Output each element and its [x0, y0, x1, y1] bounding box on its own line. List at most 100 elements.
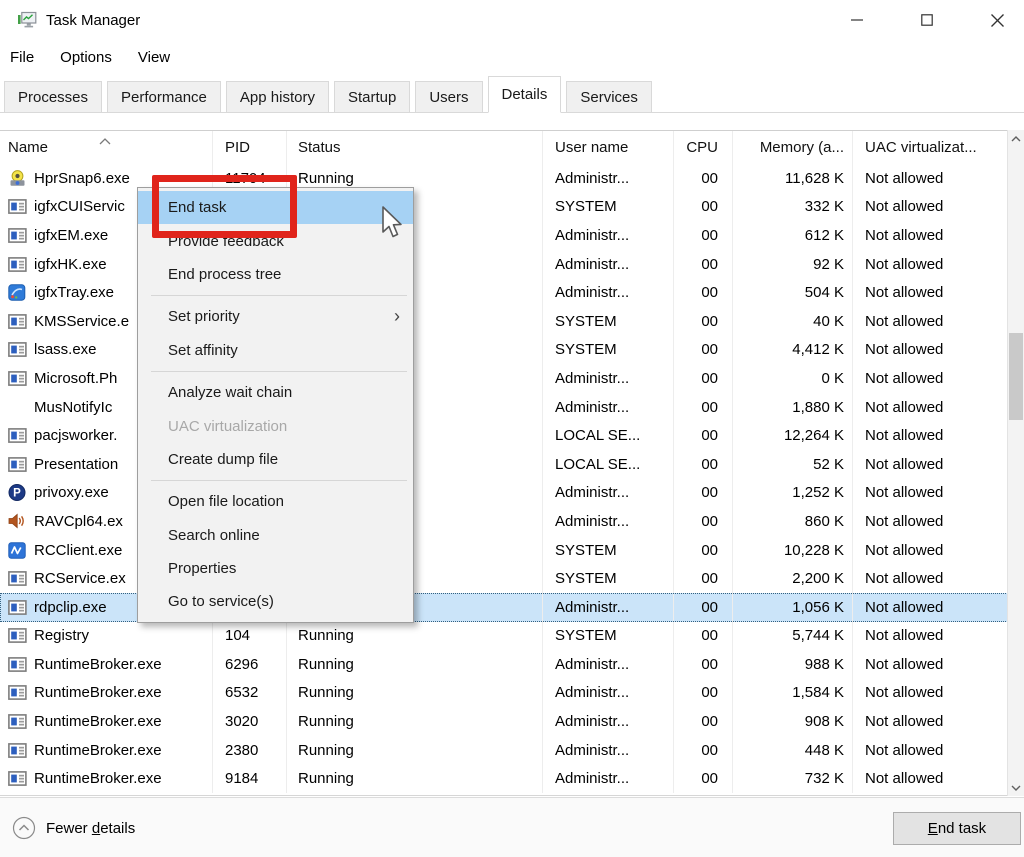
- menu-item-go-to-service-s[interactable]: Go to service(s): [138, 585, 413, 618]
- table-row[interactable]: RuntimeBroker.exe 9184 Running Administr…: [0, 764, 1008, 793]
- maximize-button[interactable]: [904, 0, 950, 40]
- process-uac: Not allowed: [853, 307, 1008, 336]
- process-uac: Not allowed: [853, 564, 1008, 593]
- process-memory: 504 K: [733, 278, 853, 307]
- menu-item-open-file-location[interactable]: Open file location: [138, 485, 413, 518]
- process-memory: 92 K: [733, 250, 853, 279]
- process-user: Administr...: [543, 679, 674, 708]
- submenu-arrow-icon: ›: [394, 300, 400, 333]
- scroll-down-icon[interactable]: [1008, 779, 1024, 796]
- scrollbar-thumb[interactable]: [1009, 333, 1023, 420]
- process-cpu: 00: [674, 536, 733, 565]
- column-header-pid[interactable]: PID: [213, 131, 287, 164]
- process-user: Administr...: [543, 507, 674, 536]
- app-window-icon: [8, 428, 27, 443]
- tab-performance[interactable]: Performance: [107, 81, 221, 112]
- app-window-icon: [8, 771, 27, 786]
- process-user: Administr...: [543, 221, 674, 250]
- app-window-icon: [8, 628, 27, 643]
- tab-users[interactable]: Users: [415, 81, 482, 112]
- tab-details[interactable]: Details: [488, 76, 562, 113]
- process-uac: Not allowed: [853, 593, 1008, 622]
- menu-item-set-affinity[interactable]: Set affinity: [138, 334, 413, 367]
- fewer-details-label: Fewer details: [46, 820, 135, 837]
- table-row[interactable]: RuntimeBroker.exe 6532 Running Administr…: [0, 679, 1008, 708]
- process-cpu: 00: [674, 250, 733, 279]
- annotation-red-box: [152, 175, 297, 238]
- menu-item-set-priority[interactable]: Set priority›: [138, 300, 413, 333]
- title-bar: Task Manager: [0, 0, 1024, 40]
- process-name: RuntimeBroker.exe: [0, 679, 213, 708]
- table-row[interactable]: Registry 104 Running SYSTEM 00 5,744 K N…: [0, 622, 1008, 651]
- process-uac: Not allowed: [853, 336, 1008, 365]
- menu-separator: [151, 295, 407, 296]
- footer-bar: Fewer details End task: [0, 797, 1024, 857]
- vertical-scrollbar[interactable]: [1007, 130, 1024, 796]
- tab-processes[interactable]: Processes: [4, 81, 102, 112]
- process-pid: 104: [213, 622, 287, 651]
- process-cpu: 00: [674, 479, 733, 508]
- app-window-icon: [8, 657, 27, 672]
- process-memory: 10,228 K: [733, 536, 853, 565]
- process-memory: 12,264 K: [733, 421, 853, 450]
- app-window-icon: [8, 714, 27, 729]
- process-user: Administr...: [543, 650, 674, 679]
- cursor-icon: [381, 206, 405, 245]
- process-memory: 40 K: [733, 307, 853, 336]
- process-memory: 1,584 K: [733, 679, 853, 708]
- tab-startup[interactable]: Startup: [334, 81, 410, 112]
- table-row[interactable]: RuntimeBroker.exe 6296 Running Administr…: [0, 650, 1008, 679]
- end-task-button[interactable]: End task: [893, 812, 1021, 845]
- column-header-status[interactable]: Status: [287, 131, 543, 164]
- process-uac: Not allowed: [853, 622, 1008, 651]
- process-uac: Not allowed: [853, 193, 1008, 222]
- scroll-up-icon[interactable]: [1008, 130, 1024, 147]
- process-memory: 52 K: [733, 450, 853, 479]
- process-uac: Not allowed: [853, 736, 1008, 765]
- minimize-icon: [851, 14, 863, 26]
- table-row[interactable]: RuntimeBroker.exe 2380 Running Administr…: [0, 736, 1008, 765]
- process-user: LOCAL SE...: [543, 421, 674, 450]
- igfxtray-icon: [8, 284, 26, 301]
- app-window-icon: [8, 342, 27, 357]
- menubar-item-view[interactable]: View: [136, 40, 172, 76]
- process-memory: 612 K: [733, 221, 853, 250]
- process-memory: 1,252 K: [733, 479, 853, 508]
- process-status: Running: [287, 650, 543, 679]
- menu-item-end-process-tree[interactable]: End process tree: [138, 258, 413, 291]
- column-header-cpu[interactable]: CPU: [674, 131, 733, 164]
- fewer-details-toggle[interactable]: Fewer details: [12, 812, 135, 844]
- menu-item-analyze-wait-chain[interactable]: Analyze wait chain: [138, 376, 413, 409]
- task-manager-icon: [17, 10, 37, 30]
- process-memory: 5,744 K: [733, 622, 853, 651]
- tab-app-history[interactable]: App history: [226, 81, 329, 112]
- table-row[interactable]: RuntimeBroker.exe 3020 Running Administr…: [0, 707, 1008, 736]
- process-cpu: 00: [674, 450, 733, 479]
- menubar-item-file[interactable]: File: [8, 40, 36, 76]
- menu-item-create-dump-file[interactable]: Create dump file: [138, 443, 413, 476]
- table-header: NamePIDStatusUser nameCPUMemory (a...UAC…: [0, 130, 1008, 164]
- column-header-user-name[interactable]: User name: [543, 131, 674, 164]
- column-header-memory[interactable]: Memory (a...: [733, 131, 853, 164]
- process-name: Registry: [0, 622, 213, 651]
- menu-item-properties[interactable]: Properties: [138, 552, 413, 585]
- column-header-uac-virtualization[interactable]: UAC virtualizat...: [853, 131, 1008, 164]
- close-button[interactable]: [974, 0, 1020, 40]
- close-icon: [991, 14, 1004, 27]
- process-memory: 860 K: [733, 507, 853, 536]
- process-uac: Not allowed: [853, 536, 1008, 565]
- app-window-icon: [8, 685, 27, 700]
- process-user: SYSTEM: [543, 193, 674, 222]
- process-cpu: 00: [674, 622, 733, 651]
- process-user: Administr...: [543, 707, 674, 736]
- speaker-icon: [8, 513, 26, 529]
- process-cpu: 00: [674, 507, 733, 536]
- process-cpu: 00: [674, 421, 733, 450]
- minimize-button[interactable]: [834, 0, 880, 40]
- tab-strip: ProcessesPerformanceApp historyStartupUs…: [0, 76, 1024, 113]
- svg-text:P: P: [13, 488, 21, 500]
- tab-services[interactable]: Services: [566, 81, 652, 112]
- menu-item-search-online[interactable]: Search online: [138, 519, 413, 552]
- menubar-item-options[interactable]: Options: [58, 40, 114, 76]
- menu-separator: [151, 371, 407, 372]
